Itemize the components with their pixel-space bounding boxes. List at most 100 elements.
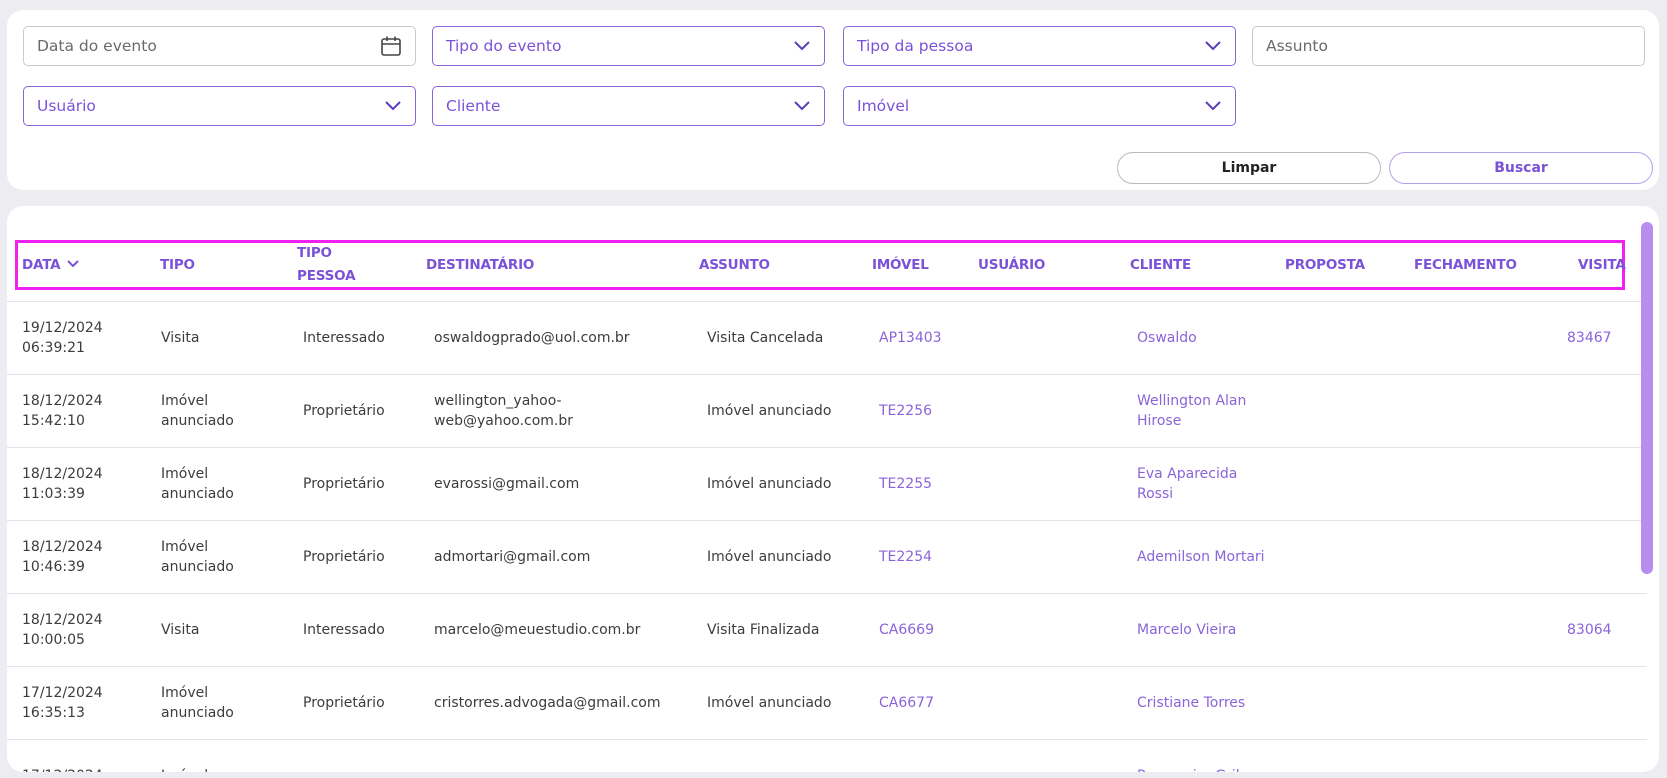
- cell-tipo-pessoa-text: Interessado: [303, 330, 385, 346]
- subject-input[interactable]: Assunto: [1252, 26, 1645, 66]
- table-row[interactable]: 18/12/2024 15:42:10 Imóvel anunciado Proprie…: [7, 374, 1647, 447]
- cell-destinatario-text: wellington_yahoo-: [434, 393, 562, 409]
- cell-assunto-text: Imóvel anunciado: [707, 476, 832, 492]
- cell-imovel[interactable]: TE2255: [879, 448, 932, 520]
- cell-cliente[interactable]: Wellington Alan Hirose: [1137, 375, 1246, 447]
- header-proposta[interactable]: PROPOSTA: [1285, 243, 1365, 287]
- cell-date-text: 16:35:13: [22, 705, 85, 721]
- scrollbar-thumb[interactable]: [1641, 222, 1653, 574]
- cell-tipo-pessoa: Proprietário: [303, 667, 385, 739]
- vertical-scrollbar[interactable]: [1641, 222, 1653, 762]
- cell-assunto: Visita Finalizada: [707, 594, 819, 666]
- cell-destinatario: evarossi@gmail.com: [434, 448, 579, 520]
- cell-date-text: 17/12/2024: [22, 685, 103, 701]
- event-date-field[interactable]: Data do evento: [23, 26, 416, 66]
- cell-date-text: 17/12/2024: [22, 766, 103, 772]
- chevron-down-icon: [1204, 100, 1222, 112]
- user-select[interactable]: Usuário: [23, 86, 416, 126]
- cell-tipo-text: anunciado: [161, 486, 234, 502]
- table-row[interactable]: 17/12/2024 Imóvel Rosemeire Grilo: [7, 739, 1647, 772]
- cell-tipo-pessoa: Proprietário: [303, 448, 385, 520]
- cell-cliente-text: Rosemeire Grilo: [1137, 766, 1248, 772]
- cell-cliente-text: Cristiane Torres: [1137, 695, 1246, 711]
- cell-imovel[interactable]: AP13403: [879, 302, 942, 374]
- header-fechamento[interactable]: FECHAMENTO: [1414, 243, 1517, 287]
- table-row[interactable]: 18/12/2024 10:46:39 Imóvel anunciado Proprie…: [7, 520, 1647, 593]
- cell-assunto-text: Visita Finalizada: [707, 622, 820, 638]
- cell-date-text: 18/12/2024: [22, 612, 103, 628]
- table-row[interactable]: 18/12/2024 11:03:39 Imóvel anunciado Proprie…: [7, 447, 1647, 520]
- sort-desc-icon[interactable]: [66, 257, 80, 273]
- header-assunto[interactable]: ASSUNTO: [699, 243, 770, 287]
- cell-cliente[interactable]: Rosemeire Grilo: [1137, 740, 1248, 772]
- cell-imovel-text: CA6669: [879, 622, 934, 638]
- cell-date-text: 18/12/2024: [22, 539, 103, 555]
- cell-date-text: 15:42:10: [22, 413, 85, 429]
- cell-cliente[interactable]: Cristiane Torres: [1137, 667, 1245, 739]
- cell-cliente-text: Eva Aparecida: [1137, 466, 1238, 482]
- header-visita[interactable]: VISITA: [1578, 243, 1626, 287]
- calendar-icon[interactable]: [380, 35, 402, 57]
- header-destinatario[interactable]: DESTINATÁRIO: [426, 243, 534, 287]
- cell-date: 18/12/2024 10:00:05: [22, 594, 103, 666]
- cell-cliente-text: Marcelo Vieira: [1137, 622, 1237, 638]
- cell-date: 18/12/2024 11:03:39: [22, 448, 103, 520]
- person-type-label: Tipo da pessoa: [857, 37, 974, 55]
- header-data[interactable]: DATA: [22, 243, 80, 287]
- cell-imovel-text: AP13403: [879, 330, 942, 346]
- cell-assunto: Imóvel anunciado: [707, 375, 831, 447]
- cell-date-text: 10:00:05: [22, 632, 85, 648]
- property-select[interactable]: Imóvel: [843, 86, 1236, 126]
- cell-visita-text: 83064: [1567, 622, 1612, 638]
- cell-cliente[interactable]: Eva Aparecida Rossi: [1137, 448, 1237, 520]
- cell-destinatario-text: web@yahoo.com.br: [434, 413, 574, 429]
- cell-cliente[interactable]: Marcelo Vieira: [1137, 594, 1236, 666]
- header-tipo[interactable]: TIPO: [160, 243, 195, 287]
- cell-cliente-text: Oswaldo: [1137, 330, 1197, 346]
- cell-destinatario: marcelo@meuestudio.com.br: [434, 594, 640, 666]
- event-type-select[interactable]: Tipo do evento: [432, 26, 825, 66]
- cell-date-text: 11:03:39: [22, 486, 85, 502]
- cell-destinatario-text: evarossi@gmail.com: [434, 476, 580, 492]
- event-date-placeholder: Data do evento: [37, 37, 157, 55]
- cell-destinatario-text: marcelo@meuestudio.com.br: [434, 622, 641, 638]
- cell-date: 17/12/2024: [22, 740, 103, 772]
- cell-assunto: Visita Cancelada: [707, 302, 823, 374]
- clear-button[interactable]: Limpar: [1117, 152, 1381, 184]
- cell-cliente-text: Hirose: [1137, 413, 1182, 429]
- events-table: DATA TIPO TIPO PESSOA DESTINATÁRIO ASSUN…: [7, 206, 1659, 772]
- cell-tipo-text: Imóvel: [161, 539, 209, 555]
- cell-visita[interactable]: 83467: [1567, 302, 1612, 374]
- client-select[interactable]: Cliente: [432, 86, 825, 126]
- cell-tipo-text: anunciado: [161, 413, 234, 429]
- chevron-down-icon: [384, 100, 402, 112]
- table-row[interactable]: 19/12/2024 06:39:21 Visita Interessado oswal…: [7, 301, 1647, 374]
- search-button[interactable]: Buscar: [1389, 152, 1653, 184]
- header-imovel[interactable]: IMÓVEL: [872, 243, 929, 287]
- cell-imovel[interactable]: TE2254: [879, 521, 932, 593]
- cell-destinatario: cristorres.advogada@gmail.com: [434, 667, 661, 739]
- header-tipo-pessoa[interactable]: TIPO PESSOA: [297, 243, 356, 287]
- header-usuario[interactable]: USUÁRIO: [978, 243, 1045, 287]
- cell-cliente-text: Rossi: [1137, 486, 1174, 502]
- person-type-select[interactable]: Tipo da pessoa: [843, 26, 1236, 66]
- cell-cliente[interactable]: Ademilson Mortari: [1137, 521, 1265, 593]
- cell-tipo-text: Visita: [161, 330, 200, 346]
- table-row[interactable]: 18/12/2024 10:00:05 Visita Interessado marce…: [7, 593, 1647, 666]
- cell-destinatario: wellington_yahoo-web@yahoo.com.br: [434, 375, 573, 447]
- cell-tipo-text: anunciado: [161, 559, 234, 575]
- cell-imovel[interactable]: CA6677: [879, 667, 934, 739]
- cell-imovel-text: TE2255: [879, 476, 933, 492]
- cell-assunto-text: Visita Cancelada: [707, 330, 824, 346]
- cell-date: 18/12/2024 15:42:10: [22, 375, 103, 447]
- cell-assunto-text: Imóvel anunciado: [707, 403, 832, 419]
- cell-cliente-text: Wellington Alan: [1137, 393, 1247, 409]
- cell-visita[interactable]: 83064: [1567, 594, 1612, 666]
- header-cliente[interactable]: CLIENTE: [1130, 243, 1191, 287]
- cell-imovel[interactable]: TE2256: [879, 375, 932, 447]
- cell-cliente[interactable]: Oswaldo: [1137, 302, 1197, 374]
- cell-tipo: Imóvel anunciado: [161, 667, 234, 739]
- cell-imovel[interactable]: CA6669: [879, 594, 934, 666]
- table-row[interactable]: 17/12/2024 16:35:13 Imóvel anunciado Proprie…: [7, 666, 1647, 739]
- subject-placeholder: Assunto: [1266, 37, 1328, 55]
